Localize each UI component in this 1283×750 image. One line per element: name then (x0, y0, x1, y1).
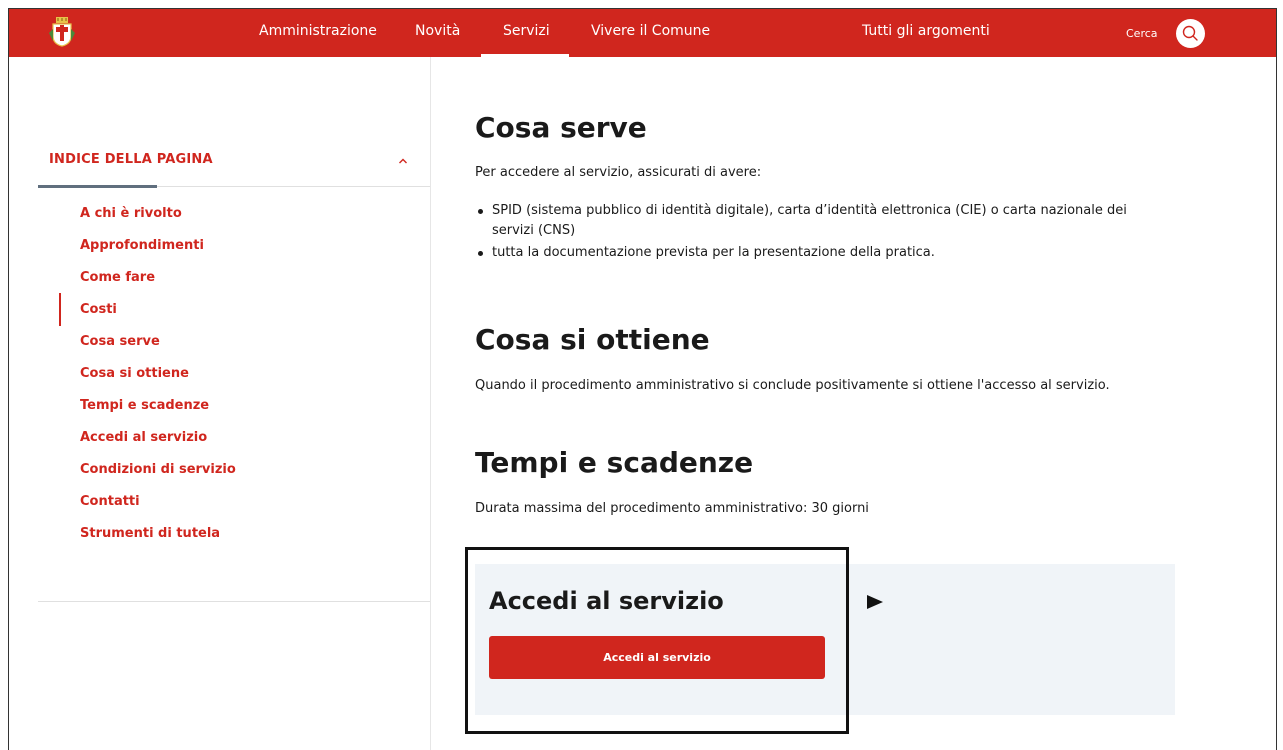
cosa-serve-intro: Per accedere al servizio, assicurati di … (475, 165, 762, 180)
tempi-e-scadenze-text: Durata massima del procedimento amminist… (475, 501, 869, 516)
page-index-item-cosa-serve[interactable]: Cosa serve (80, 333, 236, 365)
page-index-item-condizioni-di-servizio[interactable]: Condizioni di servizio (80, 461, 236, 493)
page-index-item-accedi-al-servizio[interactable]: Accedi al servizio (80, 429, 236, 461)
nav-item-amministrazione[interactable]: Amministrazione (259, 23, 377, 39)
page-index-progress-bar (38, 185, 157, 188)
sidebar-bottom-divider (38, 601, 430, 602)
list-item: SPID (sistema pubblico di identità digit… (475, 201, 1155, 241)
top-navigation-bar: Amministrazione Novità Servizi Vivere il… (9, 9, 1276, 57)
nav-item-vivere-il-comune[interactable]: Vivere il Comune (591, 23, 710, 39)
nav-item-novita[interactable]: Novità (415, 23, 460, 39)
page-index-item-tempi-e-scadenze[interactable]: Tempi e scadenze (80, 397, 236, 429)
chevron-up-icon[interactable] (397, 155, 409, 167)
page-index-active-indicator (59, 293, 61, 326)
section-title-accedi-al-servizio: Accedi al servizio (489, 587, 724, 615)
page-index-item-costi[interactable]: Costi (80, 301, 236, 333)
access-service-button[interactable]: Accedi al servizio (489, 636, 825, 679)
nav-item-tutti-gli-argomenti[interactable]: Tutti gli argomenti (862, 23, 990, 39)
search-label[interactable]: Cerca (1126, 27, 1158, 40)
municipal-coat-of-arms-icon[interactable] (49, 17, 75, 47)
page-index-item-contatti[interactable]: Contatti (80, 493, 236, 525)
page-index-item-cosa-si-ottiene[interactable]: Cosa si ottiene (80, 365, 236, 397)
list-item: tutta la documentazione prevista per la … (475, 243, 1155, 263)
section-title-cosa-serve: Cosa serve (475, 111, 647, 144)
page-index-item-approfondimenti[interactable]: Approfondimenti (80, 237, 236, 269)
section-title-tempi-e-scadenze: Tempi e scadenze (475, 446, 754, 479)
cosa-si-ottiene-text: Quando il procedimento amministrativo si… (475, 378, 1110, 393)
page-index-item-come-fare[interactable]: Come fare (80, 269, 236, 301)
pointer-arrow-icon (867, 595, 883, 609)
section-title-cosa-si-ottiene: Cosa si ottiene (475, 323, 710, 356)
nav-active-indicator (481, 54, 569, 57)
cosa-serve-list: SPID (sistema pubblico di identità digit… (475, 201, 1155, 265)
sidebar-divider (430, 57, 431, 750)
page-index-item-a-chi-e-rivolto[interactable]: A chi è rivolto (80, 205, 236, 237)
browser-page: Amministrazione Novità Servizi Vivere il… (8, 8, 1277, 750)
search-button[interactable] (1176, 19, 1205, 48)
nav-item-servizi[interactable]: Servizi (503, 23, 550, 39)
page-index-item-strumenti-di-tutela[interactable]: Strumenti di tutela (80, 525, 236, 557)
page-index-list: A chi è rivolto Approfondimenti Come far… (80, 205, 236, 557)
search-icon (1182, 25, 1198, 41)
page-index-title[interactable]: INDICE DELLA PAGINA (49, 152, 213, 167)
